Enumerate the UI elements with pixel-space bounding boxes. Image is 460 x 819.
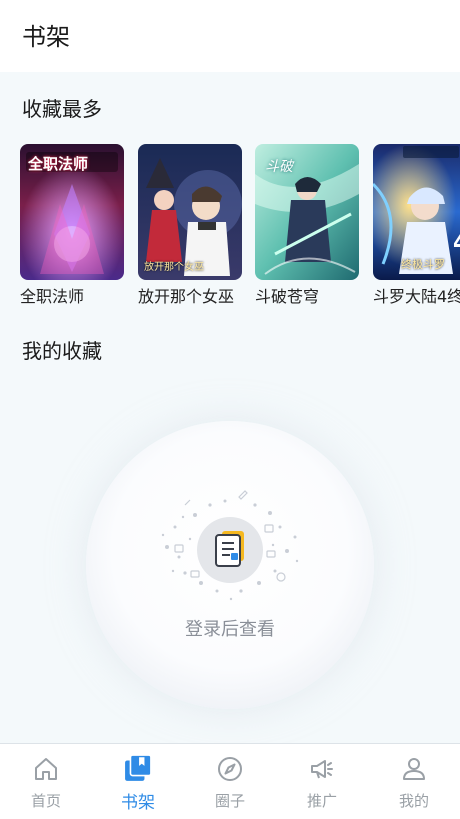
profile-icon — [403, 758, 425, 780]
cover-logo-text: 全职法师 — [28, 155, 89, 173]
book-cover[interactable]: 放开那个女巫 — [138, 144, 242, 280]
book-card-douluo-dalu-4[interactable]: 4 终极斗罗 斗罗大陆4终极斗罗 — [373, 144, 460, 306]
tab-label: 圈子 — [214, 792, 245, 810]
login-prompt-text[interactable]: 登录后查看 — [0, 615, 460, 641]
tab-promotion[interactable]: 推广 — [276, 744, 368, 819]
megaphone-icon — [311, 760, 333, 779]
bottom-tab-bar: 首页 书架 圈子 推广 我的 — [0, 743, 460, 819]
book-title[interactable]: 斗破苍穹 — [255, 287, 319, 307]
cover-logo-text: 终极斗罗 — [401, 258, 445, 271]
most-favorited-carousel[interactable]: 全职法师 全职法师 放开那个女巫 放开那个女巫 斗破 斗破苍穹 终极斗罗 斗罗大… — [0, 144, 460, 314]
book-title[interactable]: 放开那个女巫 — [138, 287, 234, 307]
tab-label: 首页 — [30, 792, 61, 810]
book-title[interactable]: 全职法师 — [20, 287, 84, 307]
tab-label: 我的 — [398, 792, 429, 810]
my-favorites-heading: 我的收藏 — [22, 339, 102, 363]
book-card-quanzhi-fashi[interactable]: 全职法师 全职法师 — [20, 144, 124, 306]
svg-text:4: 4 — [453, 231, 460, 256]
book-title[interactable]: 斗罗大陆4终极斗罗 — [373, 287, 460, 307]
tab-home[interactable]: 首页 — [0, 744, 92, 819]
compass-icon — [218, 757, 242, 781]
home-icon — [35, 758, 57, 780]
book-card-fangkai-nage-nvwu[interactable]: 放开那个女巫 放开那个女巫 — [138, 144, 242, 306]
tab-circle[interactable]: 圈子 — [184, 744, 276, 819]
book-card-doupo-cangqiong[interactable]: 斗破 斗破苍穹 — [255, 144, 359, 306]
book-cover[interactable]: 4 终极斗罗 — [373, 144, 460, 280]
bookshelf-icon — [125, 754, 152, 781]
empty-state: 登录后查看 — [0, 380, 460, 740]
page-title: 书架 — [22, 23, 70, 51]
tab-label: 推广 — [306, 792, 337, 810]
cover-logo-text: 斗破 — [265, 159, 293, 175]
most-favorited-heading: 收藏最多 — [22, 97, 102, 121]
tab-label: 书架 — [121, 793, 155, 813]
book-cover[interactable]: 斗破 — [255, 144, 359, 280]
cover-logo-text: 放开那个女巫 — [144, 262, 204, 273]
tab-profile[interactable]: 我的 — [368, 744, 460, 819]
document-icon — [197, 517, 263, 583]
top-header: 书架 — [0, 0, 460, 72]
book-cover[interactable]: 全职法师 — [20, 144, 124, 280]
tab-bookshelf[interactable]: 书架 — [92, 744, 184, 819]
